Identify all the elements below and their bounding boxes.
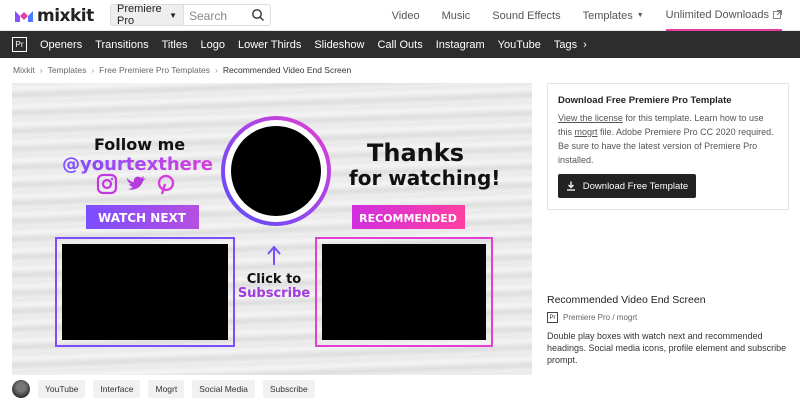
breadcrumb-separator: › [39,65,43,75]
tag-youtube[interactable]: YouTube [38,380,86,398]
nav-unlimited-label: Unlimited Downloads [665,8,769,21]
download-button-label: Download Free Template [582,180,689,192]
subscribe-text: Subscribe [238,286,311,301]
item-meta-text: Premiere Pro / mogrt [563,313,638,322]
download-info-card: Download Free Premiere Pro Template View… [547,83,789,210]
for-watching-text: for watching! [349,166,500,190]
tag-list: YouTube Interface Mogrt Social Media Sub… [12,380,315,398]
top-header: mixkit Premiere Pro ▼ Search Video Music… [0,0,800,31]
click-to-text: Click to [247,272,302,287]
info-title: Download Free Premiere Pro Template [558,95,732,106]
breadcrumb-premiere-templates[interactable]: Free Premiere Pro Templates [99,65,210,75]
item-meta: Pr Premiere Pro / mogrt [547,312,637,323]
nav-video[interactable]: Video [392,0,420,31]
breadcrumb-separator: › [215,65,218,75]
product-select[interactable]: Premiere Pro ▼ [110,3,184,27]
item-description: Double play boxes with watch next and re… [547,331,787,365]
premiere-pro-icon: Pr [547,312,558,323]
left-video-box [62,244,228,340]
breadcrumb-mixkit[interactable]: Mixkit [13,65,35,75]
thanks-text: Thanks [367,139,464,167]
avatar[interactable] [12,380,30,398]
tag-social-media[interactable]: Social Media [192,380,255,398]
watch-next-label: WATCH NEXT [98,211,187,225]
right-video-box [322,244,486,340]
search-placeholder: Search [189,9,228,23]
top-navigation: Video Music Sound Effects Templates ▼ Un… [370,0,782,31]
breadcrumb-templates[interactable]: Templates [48,65,87,75]
nav-templates[interactable]: Templates ▼ [583,0,644,31]
tag-subscribe[interactable]: Subscribe [262,380,315,398]
view-license-link[interactable]: View the license [558,113,623,123]
pinterest-icon [157,174,175,195]
nav-sound-effects[interactable]: Sound Effects [492,0,560,31]
chevron-right-icon[interactable]: › [583,39,587,51]
handle-text: @yourtexthere [62,154,213,175]
profile-image [231,126,321,216]
search-input[interactable]: Search [183,4,271,26]
category-lower-thirds[interactable]: Lower Thirds [238,39,301,51]
mogrt-link[interactable]: mogrt [575,127,598,137]
nav-unlimited-downloads[interactable]: Unlimited Downloads [665,0,782,31]
breadcrumb-separator: › [91,65,95,75]
category-tags[interactable]: Tags [554,39,577,51]
info-text: View the license for this template. Lear… [558,111,778,167]
tag-interface[interactable]: Interface [93,380,141,398]
download-icon [566,181,575,191]
premiere-pro-icon: Pr [12,37,27,52]
instagram-icon [96,173,118,195]
item-title: Recommended Video End Screen [547,294,706,306]
mixkit-logo[interactable]: mixkit [14,6,94,26]
category-titles[interactable]: Titles [162,39,188,51]
follow-text: Follow me [94,135,185,154]
search-icon[interactable] [251,8,265,22]
tag-mogrt[interactable]: Mogrt [148,380,185,398]
preview-graphic: Follow me @yourtexthere WATCH NEXT Thank… [55,116,500,347]
chevron-down-icon: ▼ [169,10,177,20]
nav-music[interactable]: Music [442,0,471,31]
nav-templates-label: Templates [582,9,633,22]
logo-text: mixkit [37,6,94,26]
template-preview[interactable]: Follow me @yourtexthere WATCH NEXT Thank… [12,83,532,375]
breadcrumb-current: Recommended Video End Screen [222,65,352,75]
recommended-label: RECOMMENDED [359,212,457,225]
category-bar: Pr Openers Transitions Titles Logo Lower… [0,31,800,58]
category-transitions[interactable]: Transitions [95,39,148,51]
category-instagram[interactable]: Instagram [436,39,485,51]
logo-mark-icon [15,11,33,22]
external-link-icon [773,10,782,19]
download-button[interactable]: Download Free Template [558,174,696,198]
chevron-down-icon: ▼ [636,12,644,19]
category-call-outs[interactable]: Call Outs [377,39,422,51]
category-slideshow[interactable]: Slideshow [314,39,364,51]
product-select-value: Premiere Pro [117,3,162,27]
category-openers[interactable]: Openers [40,39,82,51]
category-youtube[interactable]: YouTube [498,39,541,51]
twitter-icon [127,176,146,190]
category-logo[interactable]: Logo [200,39,224,51]
breadcrumb: Mixkit › Templates › Free Premiere Pro T… [13,65,351,75]
